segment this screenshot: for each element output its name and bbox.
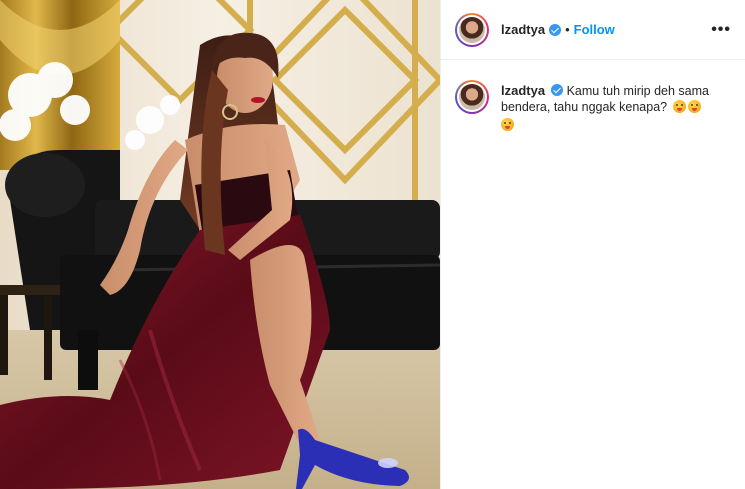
caption-avatar[interactable]: [455, 80, 489, 114]
caption-avatar-image: [459, 84, 485, 110]
grinning-tongue-emoji-icon: [687, 100, 701, 113]
post-side-panel: lzadtya • Follow ••• lzadtya Kamu tuh mi…: [440, 0, 745, 489]
instagram-post: lzadtya • Follow ••• lzadtya Kamu tuh mi…: [0, 0, 745, 489]
caption-body: lzadtya Kamu tuh mirip deh sama bendera,…: [501, 78, 731, 133]
caption-username[interactable]: lzadtya: [501, 83, 545, 98]
post-header: lzadtya • Follow •••: [441, 0, 745, 60]
follow-button[interactable]: Follow: [574, 22, 615, 37]
post-caption: lzadtya Kamu tuh mirip deh sama bendera,…: [441, 60, 745, 133]
caption-avatar-frame: [457, 82, 487, 112]
header-username[interactable]: lzadtya: [501, 22, 545, 37]
caption-verified-badge-icon: [551, 84, 564, 96]
separator-dot: •: [565, 22, 570, 37]
grinning-tongue-emoji-icon: [672, 100, 686, 113]
avatar-image: [459, 16, 485, 43]
avatar-frame: [457, 14, 487, 45]
verified-badge-icon: [549, 23, 562, 36]
more-options-icon[interactable]: •••: [711, 21, 731, 37]
post-photo-illustration: [0, 0, 440, 489]
grinning-tongue-emoji-icon: [501, 118, 514, 131]
post-photo[interactable]: [0, 0, 440, 489]
avatar[interactable]: [455, 12, 489, 47]
